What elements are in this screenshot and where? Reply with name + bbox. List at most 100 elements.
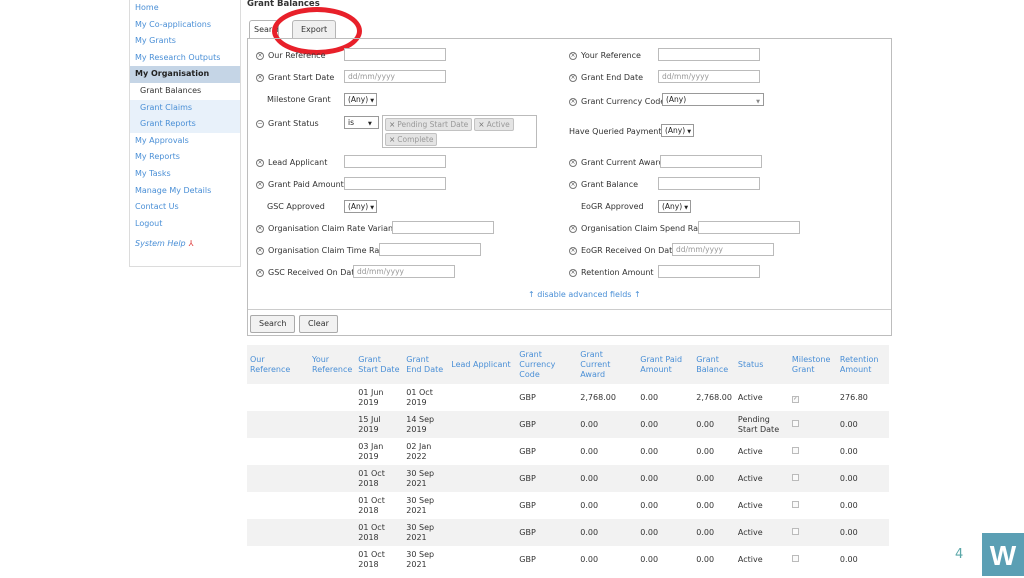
status-tag-complete[interactable]: × Complete (385, 133, 438, 146)
sidebar-item-my-organisation[interactable]: My Organisation (130, 66, 240, 83)
remove-field-icon[interactable]: × (569, 246, 577, 255)
sidebar-item-my-grants[interactable]: My Grants (130, 33, 240, 50)
remove-field-icon[interactable]: × (256, 246, 264, 255)
your-reference-input[interactable] (658, 48, 760, 61)
col-grant-current-award[interactable]: Grant Current Award (577, 345, 638, 384)
tab-search[interactable]: Search (249, 20, 279, 38)
remove-field-icon[interactable]: × (256, 73, 264, 82)
grant-balance-input[interactable] (658, 177, 760, 190)
grant-current-award-input[interactable] (660, 155, 762, 168)
grant-currency-code-label: × Grant Currency Code (569, 97, 666, 106)
grant-end-date-input[interactable]: dd/mm/yyyy (658, 70, 760, 83)
remove-field-icon[interactable]: × (569, 97, 577, 106)
org-claim-rate-variance-input[interactable] (392, 221, 494, 234)
remove-field-icon[interactable]: × (256, 51, 264, 60)
gsc-approved-label: GSC Approved (267, 202, 325, 211)
table-cell (247, 438, 309, 465)
system-help-label[interactable]: System Help (135, 239, 186, 248)
remove-field-icon[interactable]: × (256, 224, 264, 233)
milestone-checkbox: ✓ (791, 395, 799, 403)
remove-field-icon[interactable]: × (569, 51, 577, 60)
our-reference-input[interactable] (344, 48, 446, 61)
table-row[interactable]: 01 Jun 2019 01 Oct 2019 GBP 2,768.00 0.00 2,7… (247, 384, 889, 411)
col-milestone-grant[interactable]: Milestone Grant (788, 345, 837, 384)
grant-start-date-input[interactable]: dd/mm/yyyy (344, 70, 446, 83)
sidebar-item-home[interactable]: Home (130, 0, 240, 17)
col-lead-applicant[interactable]: Lead Applicant (448, 345, 517, 384)
table-cell: 01 Oct 2018 (355, 519, 404, 546)
sidebar-item-my-approvals[interactable]: My Approvals (130, 133, 240, 150)
remove-field-icon[interactable]: × (569, 180, 577, 189)
table-row[interactable]: 01 Oct 2018 30 Sep 2021 GBP 0.00 0.00 0.00 Act… (247, 465, 889, 492)
table-cell: Pending Start Date (734, 411, 789, 438)
table-row[interactable]: 01 Oct 2018 30 Sep 2021 GBP 0.00 0.00 0.00 Act… (247, 546, 889, 573)
sidebar-item-my-tasks[interactable]: My Tasks (130, 166, 240, 183)
remove-field-icon[interactable]: × (256, 180, 264, 189)
table-cell (247, 411, 309, 438)
status-tag-pending[interactable]: × Pending Start Date (385, 118, 473, 131)
table-cell: 0.00 (580, 554, 599, 564)
org-claim-spend-rate-input[interactable] (698, 221, 800, 234)
sidebar-item-my-reports[interactable]: My Reports (130, 149, 240, 166)
table-row[interactable]: 01 Oct 2018 30 Sep 2021 GBP 0.00 0.00 0.00 Act… (247, 519, 889, 546)
search-button[interactable]: Search (250, 315, 296, 333)
clear-button[interactable]: Clear (299, 315, 338, 333)
col-grant-paid-amount[interactable]: Grant Paid Amount (637, 345, 694, 384)
milestone-checkbox (791, 554, 799, 562)
col-your-reference[interactable]: Your Reference (309, 345, 356, 384)
remove-field-icon[interactable]: × (569, 224, 577, 233)
table-row[interactable]: 03 Jan 2019 02 Jan 2022 GBP 0.00 0.00 0.00 Act… (247, 438, 889, 465)
sidebar-item-research-outputs[interactable]: My Research Outputs (130, 50, 240, 67)
remove-field-icon[interactable]: × (569, 158, 577, 167)
sidebar-item-grant-reports[interactable]: Grant Reports (130, 116, 240, 133)
table-row[interactable]: 01 Oct 2018 30 Sep 2021 GBP 0.00 0.00 0.00 Act… (247, 492, 889, 519)
grant-status-operator-select[interactable]: is ▼ (344, 116, 379, 129)
remove-field-icon[interactable]: × (256, 158, 264, 167)
remove-field-icon[interactable]: × (256, 268, 264, 277)
sidebar-item-manage-details[interactable]: Manage My Details (130, 183, 240, 200)
remove-field-icon[interactable]: − (256, 119, 264, 128)
col-our-reference[interactable]: Our Reference (247, 345, 309, 384)
col-grant-start-date[interactable]: Grant Start Date (355, 345, 404, 384)
table-cell: 01 Oct 2018 (358, 549, 385, 569)
milestone-grant-label: Milestone Grant (267, 95, 331, 104)
col-status[interactable]: Status (734, 345, 789, 384)
col-retention-amount[interactable]: Retention Amount (836, 345, 889, 384)
remove-field-icon[interactable]: × (569, 73, 577, 82)
retention-amount-input[interactable] (658, 265, 760, 278)
gsc-approved-select[interactable]: (Any) ▼ (344, 200, 377, 213)
status-tag-active[interactable]: × Active (474, 118, 514, 131)
sidebar-item-contact-us[interactable]: Contact Us (130, 199, 240, 216)
grant-currency-code-select[interactable]: (Any) ▼ (662, 93, 764, 106)
have-queried-payments-select[interactable]: (Any) ▼ (661, 124, 694, 137)
system-help-link[interactable]: System Help ⅄ (130, 236, 240, 253)
table-cell: 01 Oct 2018 (358, 495, 385, 515)
col-grant-balance[interactable]: Grant Balance (693, 345, 735, 384)
table-cell: 2,768.00 (580, 392, 616, 402)
table-cell: 0.00 (577, 519, 638, 546)
gsc-received-on-date-input[interactable]: dd/mm/yyyy (353, 265, 455, 278)
sidebar-item-grant-claims[interactable]: Grant Claims (130, 99, 240, 117)
table-cell: 0.00 (637, 465, 694, 492)
table-cell: Active (734, 519, 789, 546)
grant-paid-amount-input[interactable] (344, 177, 446, 190)
table-cell: Active (737, 392, 763, 402)
lead-applicant-input[interactable] (344, 155, 446, 168)
sidebar-item-logout[interactable]: Logout (130, 216, 240, 233)
sidebar-item-co-applications[interactable]: My Co-applications (130, 17, 240, 34)
col-grant-currency-code[interactable]: Grant Currency Code (516, 345, 578, 384)
eogr-approved-select[interactable]: (Any) ▼ (658, 200, 691, 213)
disable-advanced-fields-link[interactable]: ↑ disable advanced fields ↑ (528, 290, 641, 299)
table-row[interactable]: 15 Jul 2019 14 Sep 2019 GBP 0.00 0.00 0.00 Pen… (247, 411, 889, 438)
eogr-received-on-date-input[interactable]: dd/mm/yyyy (672, 243, 774, 256)
table-cell: 01 Jun 2019 (358, 387, 384, 407)
grant-status-multiselect[interactable]: × Pending Start Date × Active × Complete (382, 115, 537, 148)
org-claim-time-rate-input[interactable] (379, 243, 481, 256)
table-cell (448, 384, 516, 411)
milestone-grant-select[interactable]: (Any) ▼ (344, 93, 377, 106)
sidebar-item-grant-balances[interactable]: Grant Balances (130, 82, 240, 100)
remove-field-icon[interactable]: × (569, 268, 577, 277)
table-cell (247, 519, 309, 546)
tab-export[interactable]: Export (292, 20, 337, 38)
col-grant-end-date[interactable]: Grant End Date (403, 345, 449, 384)
